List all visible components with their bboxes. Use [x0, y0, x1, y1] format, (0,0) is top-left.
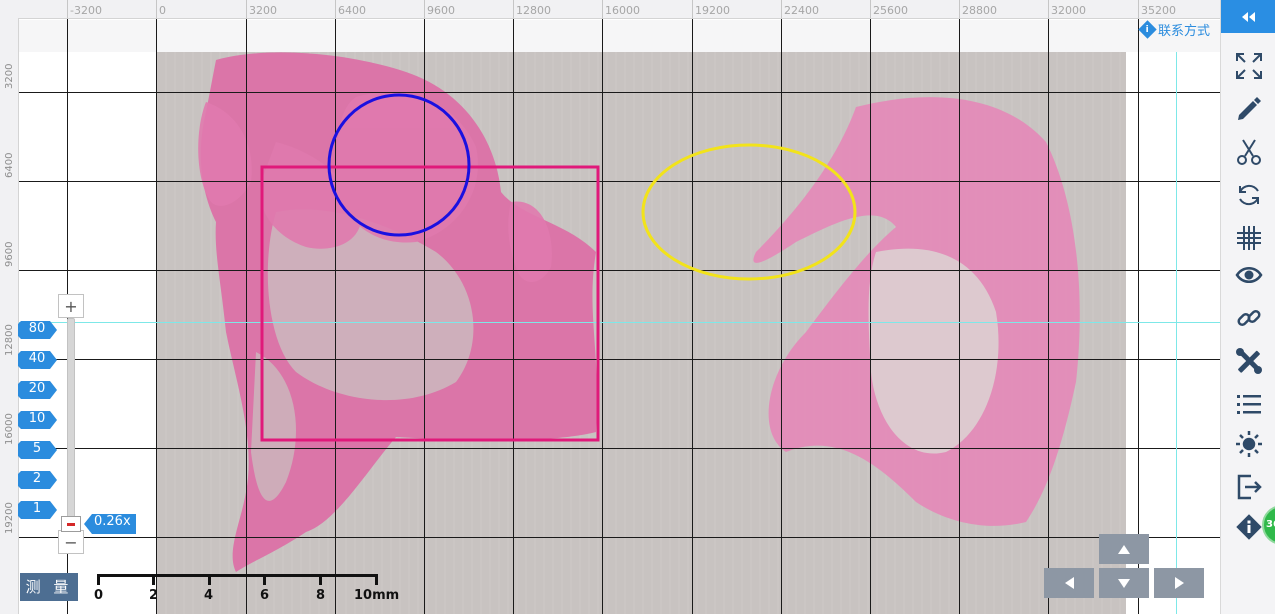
fullscreen-icon — [1236, 53, 1262, 79]
rotate-tool[interactable] — [1233, 179, 1265, 211]
pan-right-button[interactable] — [1154, 568, 1204, 598]
pencil-icon — [1238, 97, 1261, 120]
grid-icon — [1237, 226, 1261, 250]
ruler-top-tick: 25600 — [870, 0, 908, 18]
ruler-left-tick: 3200 — [4, 63, 15, 89]
list-tool[interactable] — [1233, 388, 1265, 420]
ruler-left-tick: 9600 — [4, 241, 15, 267]
settings-tool[interactable] — [1233, 345, 1265, 377]
scale-label: 8 — [316, 588, 326, 603]
ruler-top-tick: -3200 — [67, 0, 102, 18]
slide-image[interactable] — [156, 52, 1126, 614]
scissors-tool[interactable] — [1233, 136, 1265, 168]
zoom-level-20[interactable]: 20 — [18, 381, 58, 399]
ruler-top-tick: 12800 — [513, 0, 551, 18]
link-icon — [1237, 309, 1261, 327]
ruler-top-tick: 9600 — [424, 0, 455, 18]
ruler-left-tick: 12800 — [4, 324, 15, 356]
zoom-slider-track[interactable] — [67, 318, 75, 526]
scale-label: 4 — [204, 588, 214, 603]
ruler-top-tick: 19200 — [692, 0, 730, 18]
zoom-in-button[interactable]: + — [58, 294, 84, 318]
pan-up-button[interactable] — [1099, 534, 1149, 564]
pencil-tool[interactable] — [1233, 93, 1265, 125]
ruler-top-tick: 0 — [156, 0, 166, 18]
eye-icon — [1235, 267, 1263, 283]
scissors-icon — [1237, 139, 1261, 165]
brightness-icon — [1236, 431, 1262, 457]
ruler-top-tick: 22400 — [781, 0, 819, 18]
scale-label: 10mm — [354, 588, 400, 603]
ruler-top-tick: 3200 — [246, 0, 277, 18]
scale-label: 0 — [94, 588, 104, 603]
zoom-level-2[interactable]: 2 — [18, 471, 58, 489]
measure-button[interactable]: 测 量 — [20, 573, 78, 601]
zoom-out-button[interactable]: − — [58, 530, 84, 554]
zoom-level-1[interactable]: 1 — [18, 501, 58, 519]
contact-link[interactable]: i 联系方式 — [1138, 20, 1210, 39]
arrow-up-icon — [1118, 544, 1130, 554]
scale-label: 2 — [149, 588, 159, 603]
ruler-left: 3200 6400 9600 12800 16000 19200 — [0, 18, 19, 614]
collapse-sidebar-button[interactable] — [1221, 0, 1275, 33]
ruler-top-tick: 28800 — [959, 0, 997, 18]
ruler-top-tick: 6400 — [335, 0, 366, 18]
brightness-tool[interactable] — [1233, 428, 1265, 460]
ruler-top-tick: 16000 — [602, 0, 640, 18]
ruler-left-tick: 6400 — [4, 152, 15, 178]
scale-label: 6 — [260, 588, 270, 603]
zoom-slider-handle[interactable] — [61, 516, 81, 532]
zoom-level-40[interactable]: 40 — [18, 351, 58, 369]
tools-icon — [1236, 348, 1262, 374]
export-tool[interactable] — [1233, 470, 1265, 502]
arrow-down-icon — [1118, 578, 1130, 588]
ruler-left-tick: 16000 — [4, 413, 15, 445]
arrow-left-icon — [1064, 577, 1074, 589]
info-icon: i — [1138, 20, 1157, 39]
export-icon — [1237, 474, 1262, 500]
viewer-top-strip — [18, 20, 1220, 52]
grid-tool[interactable] — [1233, 222, 1265, 254]
ruler-left-tick: 19200 — [4, 502, 15, 534]
double-chevron-left-icon — [1241, 11, 1255, 22]
link-tool[interactable] — [1233, 302, 1265, 334]
ruler-top: -3200 0 3200 6400 9600 12800 16000 19200… — [0, 0, 1220, 19]
zoom-level-10[interactable]: 10 — [18, 411, 58, 429]
zoom-level-80[interactable]: 80 — [18, 321, 58, 339]
pan-left-button[interactable] — [1044, 568, 1094, 598]
info-tool[interactable] — [1233, 511, 1265, 543]
contact-label: 联系方式 — [1157, 24, 1210, 39]
ruler-top-tick: 35200 — [1138, 0, 1176, 18]
rotate-icon — [1239, 184, 1259, 206]
arrow-right-icon — [1174, 577, 1184, 589]
fullscreen-tool[interactable] — [1233, 50, 1265, 82]
scale-bar: 0 2 4 6 8 10mm — [94, 572, 399, 606]
list-icon — [1237, 395, 1261, 414]
tissue-image — [198, 52, 1080, 573]
pan-down-button[interactable] — [1099, 568, 1149, 598]
ruler-top-tick: 32000 — [1048, 0, 1086, 18]
slide-viewer[interactable]: -3200 0 3200 6400 9600 12800 16000 19200… — [0, 0, 1220, 614]
eye-tool[interactable] — [1233, 259, 1265, 291]
zoom-level-5[interactable]: 5 — [18, 441, 58, 459]
info-icon — [1236, 514, 1262, 540]
